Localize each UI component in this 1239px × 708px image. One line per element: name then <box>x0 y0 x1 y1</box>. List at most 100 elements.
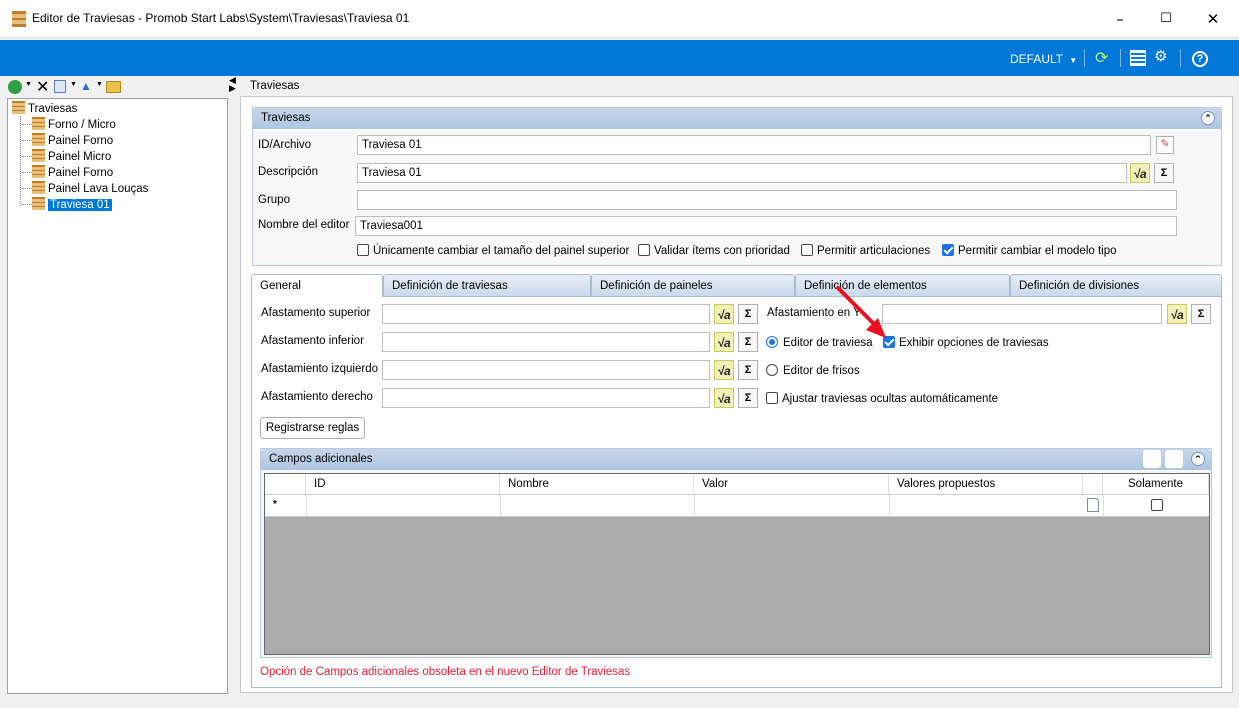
sigma-button[interactable]: Σ <box>1154 163 1174 183</box>
tree-root[interactable]: Traviesas <box>12 101 77 117</box>
profile-dropdown[interactable]: DEFAULT ▼ <box>1010 52 1077 66</box>
check-exhibir[interactable]: Exhibir opciones de traviesas <box>883 336 1049 349</box>
cell-solamente[interactable] <box>1103 495 1209 516</box>
tab-paineles[interactable]: Definición de paineles <box>591 274 795 296</box>
minimize-button[interactable]: – <box>1097 6 1143 32</box>
chevron-down-icon[interactable]: ▼ <box>96 81 103 88</box>
column-header-nombre[interactable]: Nombre <box>500 474 694 494</box>
maximize-button[interactable]: ☐ <box>1143 6 1189 32</box>
check-ajustar[interactable]: Ajustar traviesas ocultas automáticament… <box>766 392 998 405</box>
tab-general[interactable]: General <box>251 274 383 297</box>
field-label: Afastamento superior <box>261 307 371 319</box>
tab-traviesas[interactable]: Definición de traviesas <box>383 274 591 296</box>
app-icon <box>12 11 26 27</box>
check-label: Validar ítems con prioridad <box>654 245 790 257</box>
left-offset-input[interactable] <box>382 360 710 380</box>
radio-editor-frisos[interactable]: Editor de frisos <box>766 364 860 377</box>
bottom-offset-input[interactable] <box>382 332 710 352</box>
layout-icon[interactable] <box>1130 50 1146 66</box>
tree-item-label: Traviesa 01 <box>48 199 112 211</box>
checkbox-checked[interactable] <box>942 244 954 256</box>
formula-button[interactable]: √a <box>1167 304 1187 324</box>
group-header: Traviesas <box>253 108 1221 129</box>
formula-button[interactable]: √a <box>714 332 734 352</box>
tree-item-selected[interactable]: Traviesa 01 <box>22 197 112 213</box>
check-validate-priority[interactable]: Validar ítems con prioridad <box>638 244 790 257</box>
back-icon[interactable] <box>8 80 22 94</box>
column-header-valores-propuestos[interactable]: Valores propuestos <box>889 474 1083 494</box>
checkbox[interactable] <box>766 392 778 404</box>
column-header-id[interactable]: ID <box>306 474 500 494</box>
group-input[interactable] <box>357 190 1177 210</box>
sigma-button[interactable]: Σ <box>738 304 758 324</box>
register-rules-button[interactable]: Registrarse reglas <box>260 417 365 439</box>
radio[interactable] <box>766 364 778 376</box>
description-input[interactable]: Traviesa 01 <box>357 163 1127 183</box>
column-header-valor[interactable]: Valor <box>694 474 889 494</box>
new-document-icon[interactable] <box>1087 498 1099 512</box>
sigma-button[interactable]: Σ <box>738 388 758 408</box>
check-resize-top[interactable]: Únicamente cambiar el tamaño del painel … <box>357 244 629 257</box>
grid-header: ID Nombre Valor Valores propuestos Solam… <box>265 474 1209 495</box>
sigma-button[interactable]: Σ <box>738 332 758 352</box>
tree-item[interactable]: Painel Lava Louças <box>22 181 148 197</box>
field-label: Afastamiento izquierdo <box>261 363 378 375</box>
campos-action-button[interactable] <box>1165 450 1183 468</box>
cell-id[interactable] <box>306 495 500 516</box>
sigma-button[interactable]: Σ <box>738 360 758 380</box>
close-button[interactable]: ✕ <box>1190 6 1236 32</box>
tree-item[interactable]: Painel Forno <box>22 133 113 149</box>
profile-label: DEFAULT <box>1010 52 1063 66</box>
top-offset-input[interactable] <box>382 304 710 324</box>
cell-valor[interactable] <box>694 495 889 516</box>
sigma-button[interactable]: Σ <box>1191 304 1211 324</box>
check-label: Permitir cambiar el modelo tipo <box>958 245 1117 257</box>
checkbox[interactable] <box>1150 499 1163 511</box>
collapse-panel-icon[interactable]: ◀ ▶ <box>229 76 236 93</box>
tree-item[interactable]: Painel Micro <box>22 149 111 165</box>
check-label: Permitir articulaciones <box>817 245 931 257</box>
folder-icon[interactable] <box>106 81 121 93</box>
check-allow-joints[interactable]: Permitir articulaciones <box>801 244 930 257</box>
campos-action-button[interactable] <box>1143 450 1161 468</box>
right-offset-input[interactable] <box>382 388 710 408</box>
settings-icon[interactable]: ⚙ <box>1154 47 1167 65</box>
group-label: Grupo <box>258 194 290 206</box>
tree-item-label: Forno / Micro <box>48 119 116 131</box>
edit-id-icon[interactable]: ✎ <box>1156 136 1174 154</box>
radio-selected[interactable] <box>766 336 778 348</box>
tree-item[interactable]: Painel Forno <box>22 165 113 181</box>
tree-item[interactable]: Forno / Micro <box>22 117 116 133</box>
new-row[interactable]: * <box>265 495 1209 517</box>
check-allow-model-change[interactable]: Permitir cambiar el modelo tipo <box>942 244 1117 257</box>
radio-label: Editor de frisos <box>783 365 860 377</box>
chevron-down-icon[interactable]: ▼ <box>25 81 32 88</box>
arrow-up-icon[interactable]: ▲ <box>80 79 92 93</box>
tree-item-label: Painel Micro <box>48 151 112 163</box>
id-input[interactable]: Traviesa 01 <box>357 135 1151 155</box>
copy-icon[interactable] <box>54 80 66 93</box>
collapse-icon[interactable]: ⌃ <box>1201 111 1215 125</box>
formula-button[interactable]: √a <box>714 388 734 408</box>
help-icon[interactable]: ? <box>1192 51 1208 67</box>
checkbox[interactable] <box>357 244 369 256</box>
offset-y-input[interactable] <box>882 304 1162 324</box>
campos-grid: ID Nombre Valor Valores propuestos Solam… <box>264 473 1210 655</box>
collapse-icon[interactable]: ⌃ <box>1191 452 1205 466</box>
tab-divisiones[interactable]: Definición de divisiones <box>1010 274 1222 296</box>
refresh-icon[interactable]: ⟳ <box>1095 48 1108 67</box>
formula-button[interactable]: √a <box>714 304 734 324</box>
cell-nombre[interactable] <box>500 495 694 516</box>
checkbox[interactable] <box>801 244 813 256</box>
checkbox[interactable] <box>638 244 650 256</box>
delete-icon[interactable]: ✕ <box>36 77 49 96</box>
editor-name-input[interactable]: Traviesa001 <box>355 216 1177 236</box>
tree-item-label: Painel Forno <box>48 167 114 179</box>
tree-item-label: Painel Forno <box>48 135 114 147</box>
column-header-solamente[interactable]: Solamente <box>1103 474 1209 494</box>
chevron-down-icon[interactable]: ▼ <box>70 81 77 88</box>
formula-button[interactable]: √a <box>714 360 734 380</box>
cell-valores-propuestos[interactable] <box>889 495 1083 516</box>
separator <box>1120 49 1121 67</box>
formula-button[interactable]: √a <box>1130 163 1150 183</box>
